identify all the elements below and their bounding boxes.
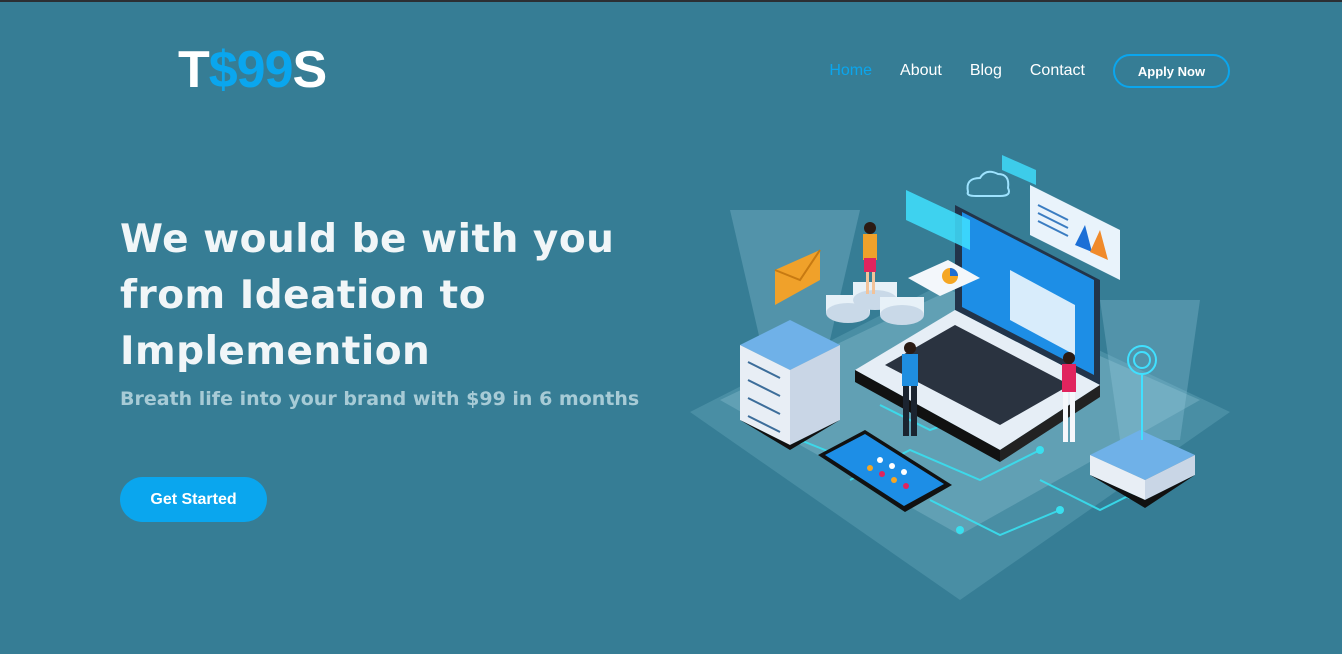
site-logo[interactable]: T $99 S (178, 40, 328, 100)
nav-item-home[interactable]: Home (829, 62, 872, 80)
nav-item-blog[interactable]: Blog (970, 62, 1002, 80)
nav-item-contact[interactable]: Contact (1030, 62, 1085, 80)
logo-part-99: $99 (208, 41, 294, 99)
floating-panel-cyan (906, 190, 970, 250)
logo-part-t: T (178, 41, 210, 99)
main-nav: Home About Blog Contact Apply Now (829, 52, 1230, 90)
top-border (0, 0, 1342, 2)
logo-part-s: S (292, 41, 328, 99)
apply-now-button[interactable]: Apply Now (1113, 54, 1230, 88)
nav-item-about[interactable]: About (900, 62, 942, 80)
hero-title: We would be with you from Ideation to Im… (120, 212, 680, 380)
get-started-button[interactable]: Get Started (120, 477, 267, 522)
hero-title-line-3: Implemention (120, 329, 431, 374)
hero-illustration (690, 155, 1230, 600)
hero-title-line-1: We would be with you (120, 217, 615, 262)
cloud-icon (966, 170, 1010, 197)
hero-subtitle: Breath life into your brand with $99 in … (120, 388, 640, 410)
hero-title-line-2: from Ideation to (120, 273, 486, 318)
